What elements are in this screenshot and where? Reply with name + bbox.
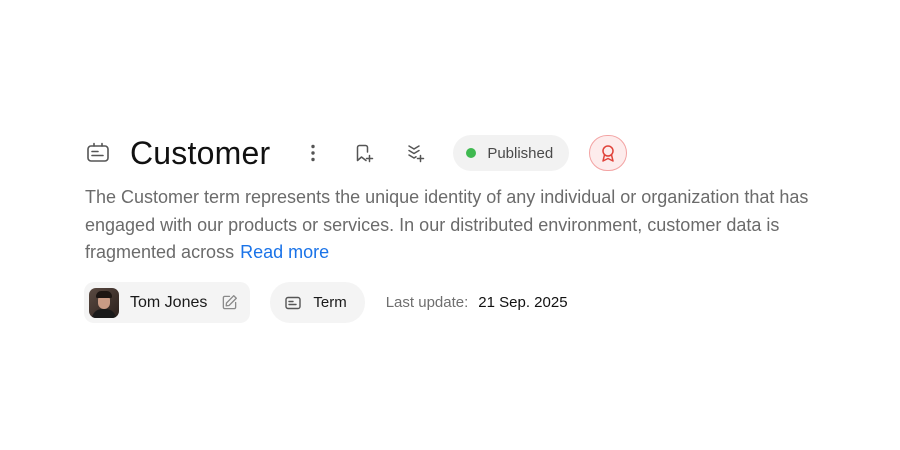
bookmark-button[interactable] bbox=[347, 136, 381, 170]
owner-chip[interactable]: Tom Jones bbox=[84, 282, 251, 323]
avatar bbox=[89, 287, 119, 318]
owner-name: Tom Jones bbox=[130, 293, 208, 311]
term-meta: Tom Jones Term Last update: 21 Sep. 2025 bbox=[84, 282, 568, 323]
collection-add-icon bbox=[408, 145, 425, 163]
edit-owner-button[interactable] bbox=[220, 294, 238, 312]
award-icon bbox=[602, 145, 614, 162]
description-text: The Customer term represents the unique … bbox=[85, 187, 809, 262]
term-header: Customer Published bbox=[85, 134, 628, 172]
add-to-collection-button[interactable] bbox=[398, 136, 432, 170]
more-vertical-icon bbox=[311, 144, 316, 162]
page-title: Customer bbox=[130, 135, 271, 171]
term-description: The Customer term represents the unique … bbox=[85, 184, 835, 267]
read-more-link[interactable]: Read more bbox=[240, 242, 329, 262]
type-chip[interactable]: Term bbox=[270, 282, 365, 323]
status-badge[interactable]: Published bbox=[453, 135, 570, 171]
certification-badge[interactable] bbox=[589, 135, 628, 171]
term-type-icon bbox=[285, 295, 302, 311]
status-label: Published bbox=[487, 144, 554, 162]
term-icon bbox=[85, 140, 111, 166]
more-options-button[interactable] bbox=[296, 136, 330, 170]
last-update-value: 21 Sep. 2025 bbox=[478, 294, 568, 311]
bookmark-add-icon bbox=[357, 144, 374, 163]
pencil-icon bbox=[222, 295, 237, 310]
status-dot bbox=[466, 148, 477, 158]
last-update-label: Last update: bbox=[385, 294, 469, 311]
type-label: Term bbox=[313, 294, 347, 311]
